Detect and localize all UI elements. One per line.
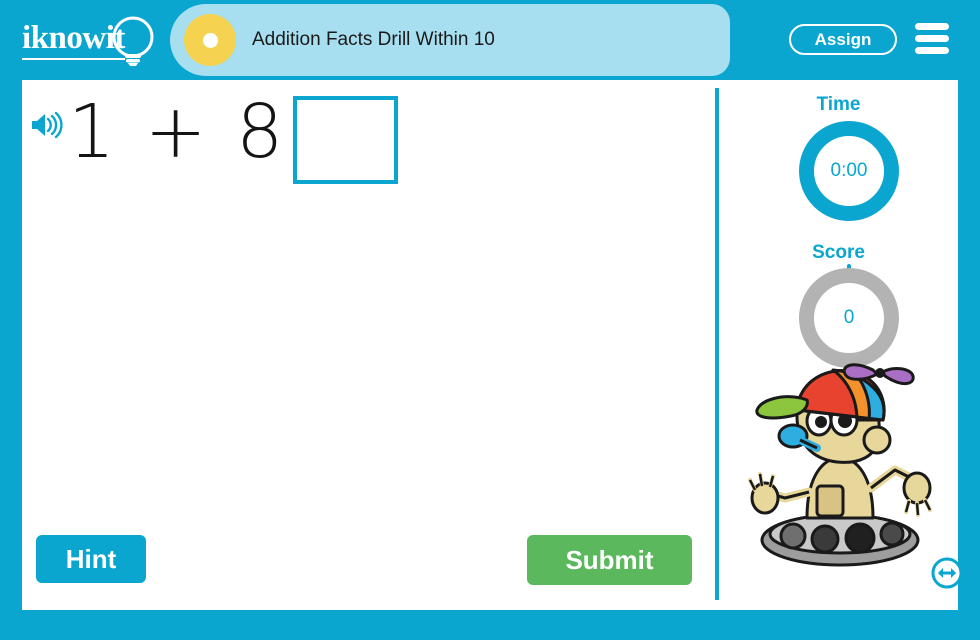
score-value: 0 [843, 307, 855, 328]
logo-text: iknowit [22, 20, 125, 60]
app-header: iknowit Addition Facts Drill Within 10 A… [0, 0, 980, 80]
hint-button[interactable]: Hint [36, 535, 146, 583]
time-ring: 0:00 [799, 121, 899, 221]
lesson-marker-dot-center [203, 33, 218, 48]
hamburger-bar [915, 35, 949, 42]
answer-input[interactable] [293, 96, 398, 184]
speaker-audio-icon[interactable] [30, 110, 64, 140]
lesson-title-tab: Addition Facts Drill Within 10 [170, 4, 730, 76]
score-ring: 0 [799, 268, 899, 368]
assign-button[interactable]: Assign [789, 24, 897, 55]
iknowit-logo[interactable]: iknowit [22, 12, 162, 70]
resize-horizontal-arrows-icon[interactable] [931, 557, 963, 589]
robot-mascot-propeller-hat [748, 363, 932, 567]
submit-button[interactable]: Submit [527, 535, 692, 585]
status-panel: Time 0:00 Score 0 [719, 80, 963, 610]
lesson-stage: 1 + 8 = Hint Submit Time 0:00 Score 0 [22, 80, 963, 610]
lesson-marker-dot [184, 14, 236, 66]
hamburger-bar [915, 47, 949, 54]
time-label: Time [816, 94, 861, 115]
hamburger-menu-icon[interactable] [915, 23, 949, 55]
score-label: Score [812, 242, 865, 263]
lesson-app-window: iknowit Addition Facts Drill Within 10 A… [0, 0, 980, 640]
time-value: 0:00 [830, 160, 868, 181]
page-title: Addition Facts Drill Within 10 [252, 29, 495, 50]
hamburger-bar [915, 23, 949, 30]
